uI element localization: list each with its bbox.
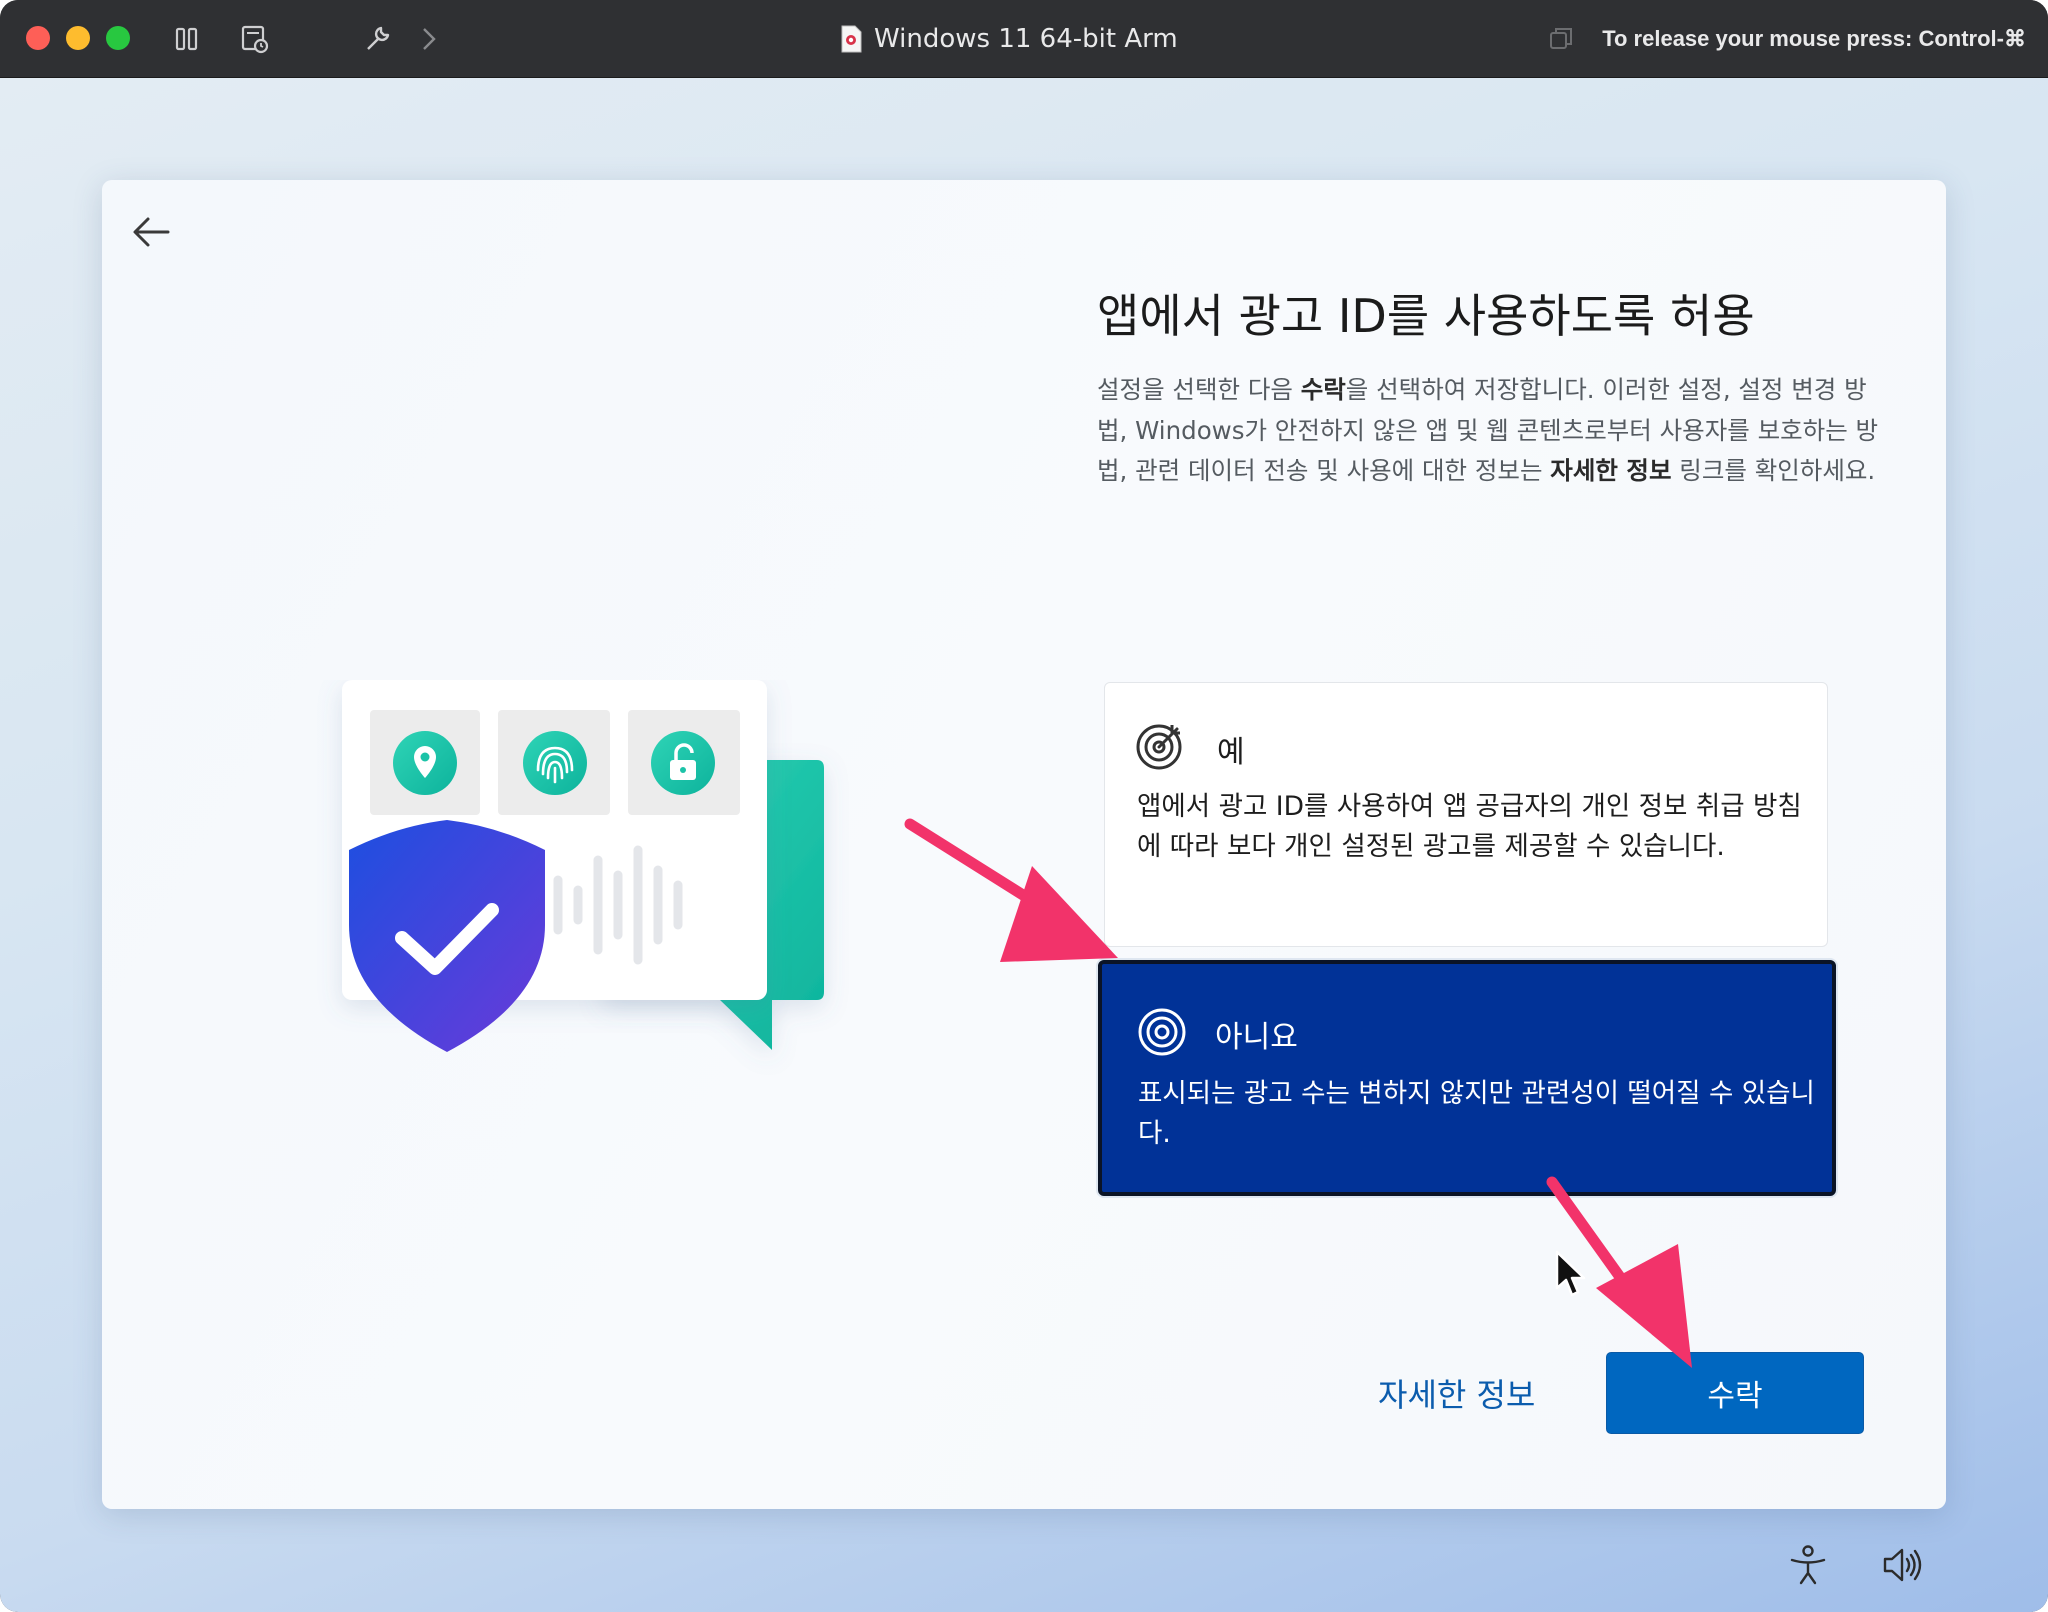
vm-document-icon: [841, 25, 862, 53]
option-yes[interactable]: 예 앱에서 광고 ID를 사용하여 앱 공급자의 개인 정보 취급 방침에 따라…: [1104, 682, 1828, 947]
title-bar: Windows 11 64-bit Arm To release your mo…: [0, 0, 2048, 78]
vm-window: Windows 11 64-bit Arm To release your mo…: [0, 0, 2048, 1612]
page-title: 앱에서 광고 ID를 사용하도록 허용: [1097, 289, 1755, 343]
settings-wrench-icon[interactable]: [360, 22, 394, 56]
accessibility-icon[interactable]: [1786, 1543, 1830, 1587]
window-title-text: Windows 11 64-bit Arm: [874, 24, 1178, 54]
minimize-window-button[interactable]: [66, 26, 90, 50]
back-arrow-button[interactable]: [130, 210, 174, 254]
description-accept-emphasis: 수락: [1300, 375, 1346, 404]
option-yes-title: 예: [1217, 735, 1245, 770]
zoom-window-button[interactable]: [106, 26, 130, 50]
learn-more-link[interactable]: 자세한 정보: [1378, 1370, 1535, 1416]
window-title: Windows 11 64-bit Arm: [840, 22, 1178, 56]
option-yes-description: 앱에서 광고 ID를 사용하여 앱 공급자의 개인 정보 취급 방침에 따라 보…: [1137, 791, 1802, 862]
description-learn-more-emphasis: 자세한 정보: [1550, 456, 1672, 485]
vm-desktop: 앱에서 광고 ID를 사용하도록 허용 설정을 선택한 다음 수락을 선택하여 …: [0, 78, 2048, 1612]
volume-icon[interactable]: [1880, 1543, 1924, 1587]
privacy-illustration: [342, 680, 824, 1052]
snapshot-icon[interactable]: [238, 22, 272, 56]
description-text: 설정을 선택한 다음: [1097, 375, 1301, 404]
annotation-arrow-to-accept-button: [1546, 1176, 1692, 1368]
window-restore-icon[interactable]: [1544, 22, 1578, 56]
option-no-description: 표시되는 광고 수는 변하지 않지만 관련성이 떨어질 수 있습니다.: [1138, 1078, 1815, 1149]
annotation-arrow-to-no-option: [904, 818, 1118, 962]
target-icon: [1136, 724, 1182, 770]
close-window-button[interactable]: [26, 26, 50, 50]
description-text: 링크를 확인하세요.: [1671, 456, 1876, 485]
option-no-selected[interactable]: 아니요 표시되는 광고 수는 변하지 않지만 관련성이 떨어질 수 있습니다.: [1098, 960, 1836, 1196]
release-mouse-hint: To release your mouse press: Control-⌘: [1602, 26, 2026, 51]
forward-chevron-icon[interactable]: [412, 22, 446, 56]
pause-icon[interactable]: [170, 22, 204, 56]
option-no-title: 아니요: [1215, 1020, 1298, 1055]
target-off-icon: [1138, 1008, 1186, 1056]
page-description: 설정을 선택한 다음 수락을 선택하여 저장합니다. 이러한 설정, 설정 변경…: [1097, 370, 1887, 492]
